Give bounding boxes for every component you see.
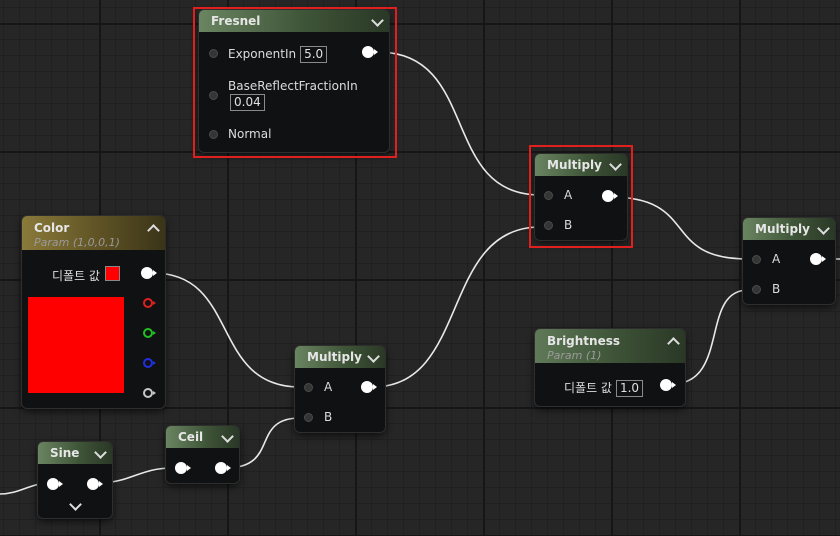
channel-r-output-pin[interactable] [143, 298, 156, 308]
brightness-value[interactable]: 1.0 [615, 380, 644, 397]
chevron-down-icon[interactable] [221, 430, 234, 443]
input-b-pin[interactable] [304, 413, 313, 422]
color-param-node[interactable]: Color Param (1,0,0,1) 디폴트 값 [22, 216, 165, 408]
wire-fresnel-to-multiply-a [377, 51, 541, 196]
node-title: Multiply [307, 350, 362, 364]
multiply-node-right[interactable]: Multiply A B [743, 218, 835, 304]
multiply-output-pin[interactable] [361, 381, 377, 393]
input-b-label: B [772, 282, 781, 296]
input-a-label: A [324, 380, 333, 394]
ceil-node[interactable]: Ceil [166, 426, 239, 483]
wire-color-to-multiply-a [152, 272, 301, 388]
expand-chevron-icon[interactable] [69, 498, 82, 511]
node-subtitle: Param (1,0,0,1) [34, 236, 120, 249]
ceil-output-pin[interactable] [215, 462, 231, 474]
input-a-pin[interactable] [752, 255, 761, 264]
color-rgb-output-pin[interactable] [141, 267, 157, 279]
node-title: Brightness [547, 334, 621, 348]
multiply-node-mid[interactable]: Multiply A B [295, 346, 385, 432]
multiply-output-pin[interactable] [810, 253, 826, 265]
default-value-label: 디폴트 값 [564, 381, 612, 395]
channel-g-output-pin[interactable] [143, 328, 156, 338]
input-a-pin[interactable] [304, 383, 313, 392]
brightness-default-row: 디폴트 값 1.0 [564, 379, 644, 397]
input-b-label: B [324, 410, 333, 424]
input-b-pin[interactable] [752, 285, 761, 294]
default-value-label: 디폴트 값 [52, 269, 100, 283]
sine-node[interactable]: Sine [38, 442, 112, 518]
node-subtitle: Param (1) [547, 349, 602, 362]
chevron-down-icon[interactable] [367, 350, 380, 363]
multiply-header[interactable]: Multiply [743, 218, 835, 240]
chevron-down-icon[interactable] [817, 222, 830, 235]
color-header[interactable]: Color Param (1,0,0,1) [22, 216, 165, 250]
color-value-swatch[interactable] [105, 266, 120, 281]
sine-output-pin[interactable] [87, 478, 103, 490]
brightness-output-pin[interactable] [660, 379, 676, 391]
channel-b-output-pin[interactable] [143, 358, 156, 368]
fresnel-highlight-box [193, 7, 397, 158]
wire-multiply-mid-to-multiply-b [372, 226, 541, 388]
chevron-down-icon[interactable] [94, 446, 107, 459]
node-title: Multiply [755, 222, 810, 236]
node-title: Color [34, 221, 70, 235]
ceil-header[interactable]: Ceil [166, 426, 239, 448]
node-title: Sine [50, 446, 80, 460]
brightness-param-node[interactable]: Brightness Param (1) 디폴트 값 1.0 [535, 329, 685, 406]
sine-input-pin[interactable] [47, 478, 63, 490]
multiply-highlight-box [529, 145, 633, 248]
ceil-input-pin[interactable] [175, 462, 191, 474]
input-a-label: A [772, 252, 781, 266]
brightness-header[interactable]: Brightness Param (1) [535, 329, 685, 363]
node-title: Ceil [178, 430, 204, 444]
color-preview-swatch [28, 297, 124, 393]
channel-a-output-pin[interactable] [143, 388, 156, 398]
sine-header[interactable]: Sine [38, 442, 112, 464]
multiply-header[interactable]: Multiply [295, 346, 385, 368]
